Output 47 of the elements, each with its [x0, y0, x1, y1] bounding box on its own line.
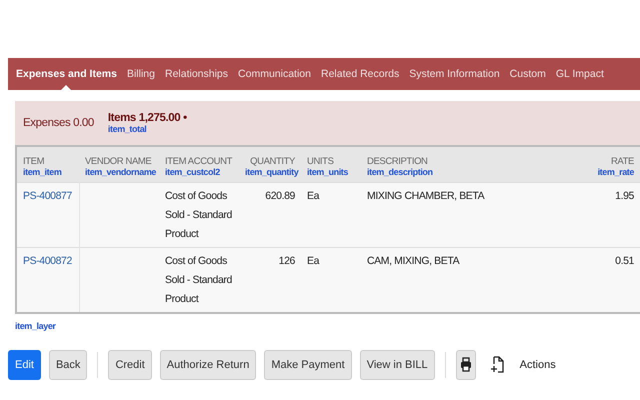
- tab[interactable]: GL Impact: [552, 58, 608, 90]
- column-label: VENDOR NAME: [85, 156, 152, 167]
- action-button[interactable]: View in BILL: [360, 350, 435, 380]
- tab[interactable]: Custom: [506, 58, 550, 90]
- tab[interactable]: Relationships: [160, 58, 232, 90]
- table-cell: Ea: [307, 190, 320, 202]
- table-cell: Cost of Goods Sold - Standard Product: [165, 255, 232, 305]
- field-id: item_custcol2: [165, 167, 221, 177]
- tab[interactable]: Expenses and Items: [12, 58, 121, 90]
- table-cell: 620.89: [265, 190, 295, 202]
- table-cell: 0.51: [615, 255, 634, 267]
- field-id: item_total: [108, 124, 148, 134]
- action-button[interactable]: Credit: [108, 350, 152, 380]
- action-button[interactable]: Make Payment: [264, 350, 352, 380]
- edit-button[interactable]: Edit: [8, 350, 41, 380]
- subtab[interactable]: Items 1,275.00 • item_total: [100, 112, 193, 134]
- field-id: item_description: [367, 167, 434, 177]
- table-cell: CAM, MIXING, BETA: [367, 255, 460, 267]
- tab[interactable]: Communication: [234, 58, 315, 90]
- column-label: ITEM: [23, 156, 46, 167]
- column-label: QUANTITY: [249, 156, 295, 167]
- new-document-icon: [490, 356, 504, 374]
- action-button[interactable]: Authorize Return: [160, 350, 256, 380]
- field-id: item_units: [307, 167, 350, 177]
- field-id: item_rate: [596, 167, 634, 177]
- column-label: UNITS: [307, 156, 335, 167]
- field-id: item_layer: [15, 321, 56, 331]
- print-icon[interactable]: [456, 350, 476, 380]
- column-label: RATE: [610, 156, 634, 167]
- item-link[interactable]: PS-400872: [23, 255, 72, 267]
- subtab-label: Items 1,275.00 •: [108, 112, 187, 124]
- table-cell: Cost of Goods Sold - Standard Product: [165, 190, 232, 240]
- table-cell: MIXING CHAMBER, BETA: [367, 190, 484, 202]
- item-link[interactable]: PS-400877: [23, 190, 72, 202]
- subtab[interactable]: Expenses 0.00: [15, 117, 100, 129]
- column-label: ITEM ACCOUNT: [165, 156, 233, 167]
- field-id: item_item: [23, 167, 62, 177]
- tab[interactable]: Billing: [122, 58, 159, 90]
- subtab-label: Expenses 0.00: [23, 117, 94, 129]
- table-cell: Ea: [307, 255, 320, 267]
- action-button[interactable]: Back: [48, 350, 88, 380]
- column-label: DESCRIPTION: [367, 156, 429, 167]
- table-cell: 126: [278, 255, 295, 267]
- table-cell: 1.95: [615, 190, 634, 202]
- tab[interactable]: Related Records: [316, 58, 404, 90]
- actions-button[interactable]: Actions: [484, 355, 562, 375]
- tab[interactable]: System Information: [405, 58, 504, 90]
